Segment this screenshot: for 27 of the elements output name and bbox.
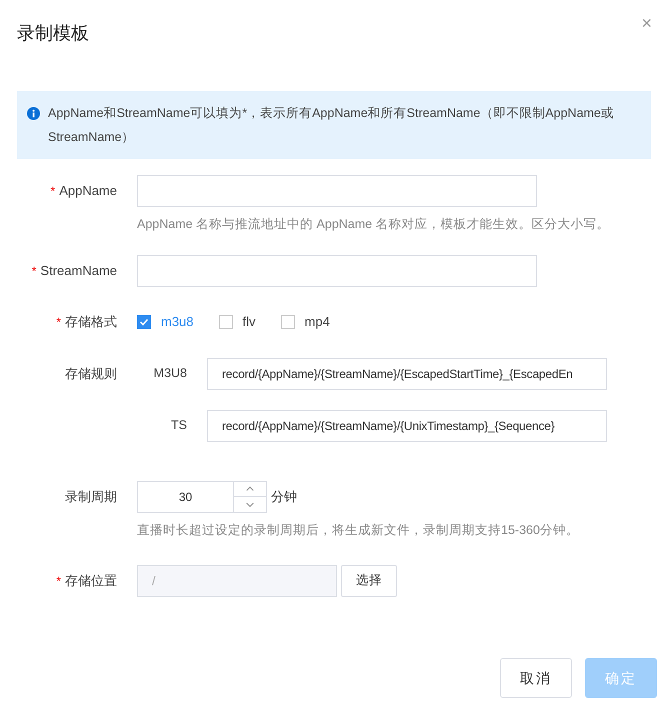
number-field[interactable]: 30 — [137, 480, 234, 513]
field-label: 存储规则 — [65, 365, 117, 383]
cancel-button[interactable]: 取消 — [500, 658, 572, 698]
input-field[interactable]: record/{AppName}/{StreamName}/{EscapedStartTime}_{EscapedEn — [207, 358, 607, 390]
rule-label: M3U8 — [154, 365, 187, 382]
unit-label: 分钟 — [271, 488, 297, 506]
format-checkbox[interactable]: flv — [218, 312, 256, 332]
field-label: 存储位置 — [65, 572, 117, 590]
info-icon — [27, 107, 40, 120]
rule-label: TS — [171, 417, 187, 434]
field-label: AppName — [59, 182, 117, 200]
field-label: 录制周期 — [65, 488, 117, 506]
dialog-title: 录制模板 — [17, 22, 89, 45]
required-mark: * — [56, 572, 61, 590]
hint-text: AppName 名称与推流地址中的 AppName 名称对应，模板才能生效。区分大小写。 — [137, 216, 610, 233]
check-icon — [139, 316, 149, 327]
input-field[interactable]: record/{AppName}/{StreamName}/{UnixTimestamp}_{Sequence} — [207, 410, 607, 442]
required-mark: * — [50, 183, 56, 200]
field-label: 存储格式 — [65, 313, 117, 331]
field-label: StreamName — [40, 262, 117, 280]
format-checkbox[interactable]: mp4 — [280, 312, 330, 332]
input-field[interactable] — [137, 254, 537, 287]
input-field[interactable] — [137, 175, 537, 207]
hint-text: 直播时长超过设定的录制周期后，将生成新文件，录制周期支持15-360分钟。 — [137, 522, 579, 539]
required-mark: * — [56, 314, 61, 331]
info-text: AppName和StreamName可以填为*，表示所有AppName和所有StreamName（即不限制AppName或StreamName） — [48, 105, 615, 146]
required-mark: * — [32, 262, 36, 280]
